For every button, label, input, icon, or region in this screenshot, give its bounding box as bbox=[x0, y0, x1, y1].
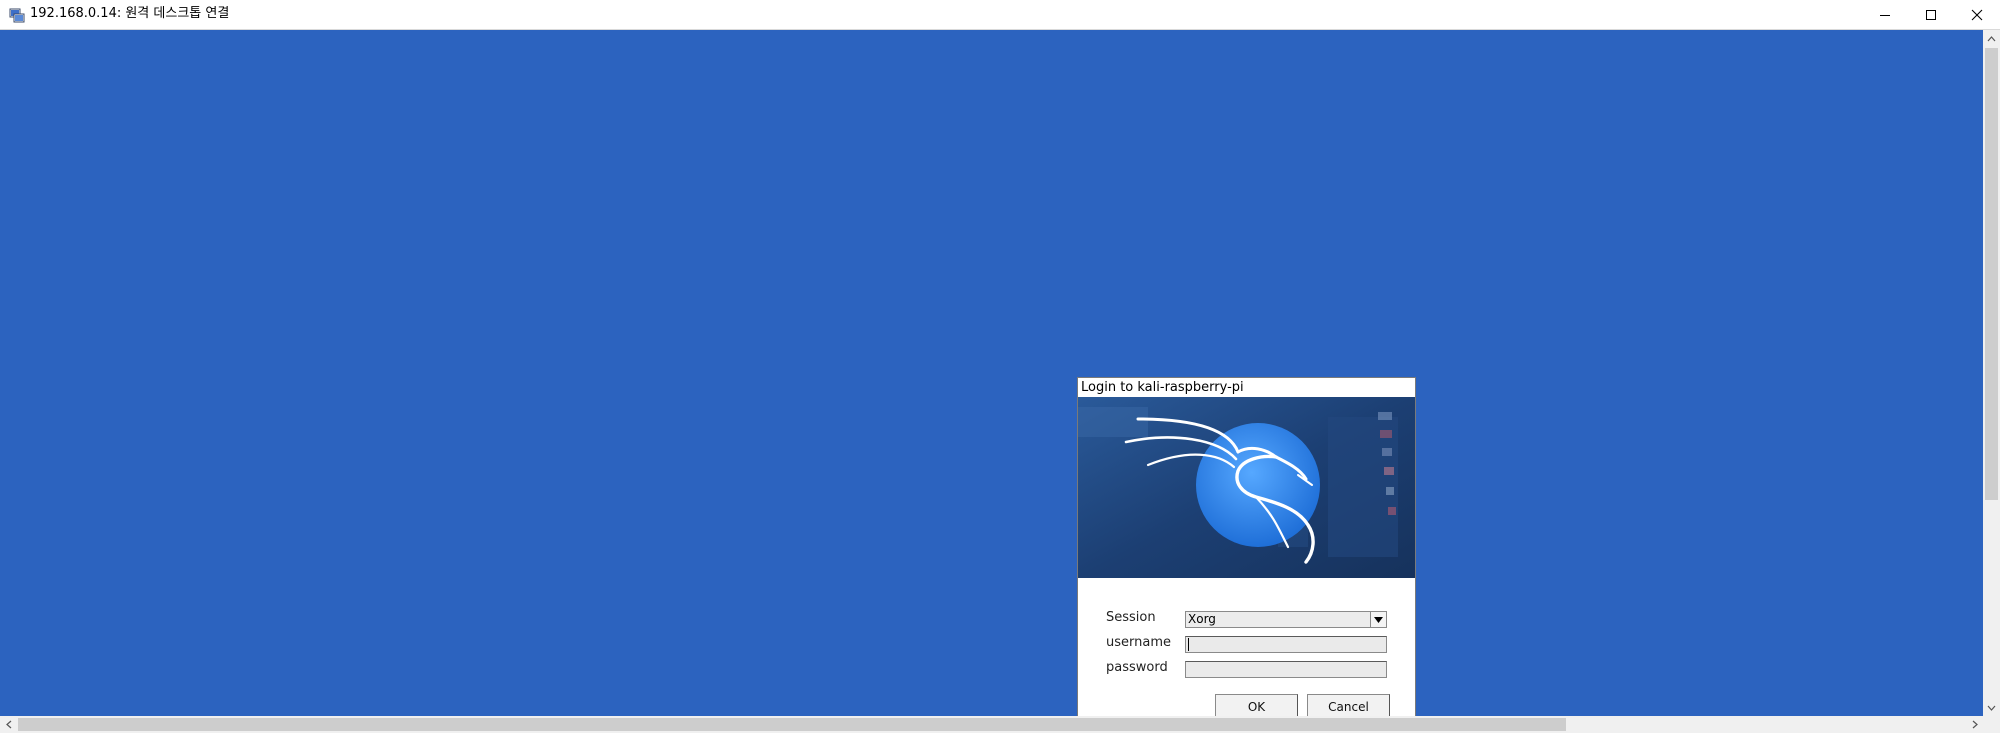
horizontal-scroll-thumb[interactable] bbox=[18, 718, 1566, 731]
password-field[interactable] bbox=[1185, 661, 1387, 678]
session-select[interactable]: Xorg bbox=[1185, 611, 1387, 628]
cancel-button[interactable]: Cancel bbox=[1307, 694, 1390, 716]
close-button[interactable] bbox=[1954, 0, 2000, 30]
remote-desktop-icon bbox=[9, 7, 25, 23]
session-value: Xorg bbox=[1188, 612, 1216, 626]
window-title: 192.168.0.14: 원격 데스크톱 연결 bbox=[30, 6, 230, 21]
horizontal-scrollbar[interactable] bbox=[0, 716, 1983, 733]
kali-dragon-logo bbox=[1078, 397, 1415, 578]
minimize-icon bbox=[1879, 6, 1891, 25]
scroll-up-icon[interactable] bbox=[1983, 30, 2000, 47]
scrollbar-corner bbox=[1983, 716, 2000, 733]
ok-button[interactable]: OK bbox=[1215, 694, 1298, 716]
password-label: password bbox=[1106, 660, 1168, 675]
username-label: username bbox=[1106, 635, 1171, 650]
close-icon bbox=[1971, 6, 1983, 25]
scroll-left-icon[interactable] bbox=[0, 716, 17, 733]
chevron-down-icon[interactable] bbox=[1370, 612, 1386, 627]
dialog-title: Login to kali-raspberry-pi bbox=[1081, 380, 1244, 395]
vertical-scroll-thumb[interactable] bbox=[1985, 48, 1998, 500]
login-dialog: Login to kali-raspberry-pi Session Xorg … bbox=[1077, 377, 1416, 716]
remote-desktop-area[interactable] bbox=[0, 30, 1983, 716]
scroll-down-icon[interactable] bbox=[1983, 699, 2000, 716]
maximize-button[interactable] bbox=[1908, 0, 1954, 30]
username-field[interactable] bbox=[1185, 636, 1387, 653]
session-label: Session bbox=[1106, 610, 1156, 625]
vertical-scrollbar[interactable] bbox=[1983, 30, 2000, 716]
minimize-button[interactable] bbox=[1862, 0, 1908, 30]
maximize-icon bbox=[1925, 6, 1937, 25]
text-cursor bbox=[1188, 638, 1189, 651]
window-titlebar: 192.168.0.14: 원격 데스크톱 연결 bbox=[0, 0, 2000, 30]
scroll-right-icon[interactable] bbox=[1966, 716, 1983, 733]
